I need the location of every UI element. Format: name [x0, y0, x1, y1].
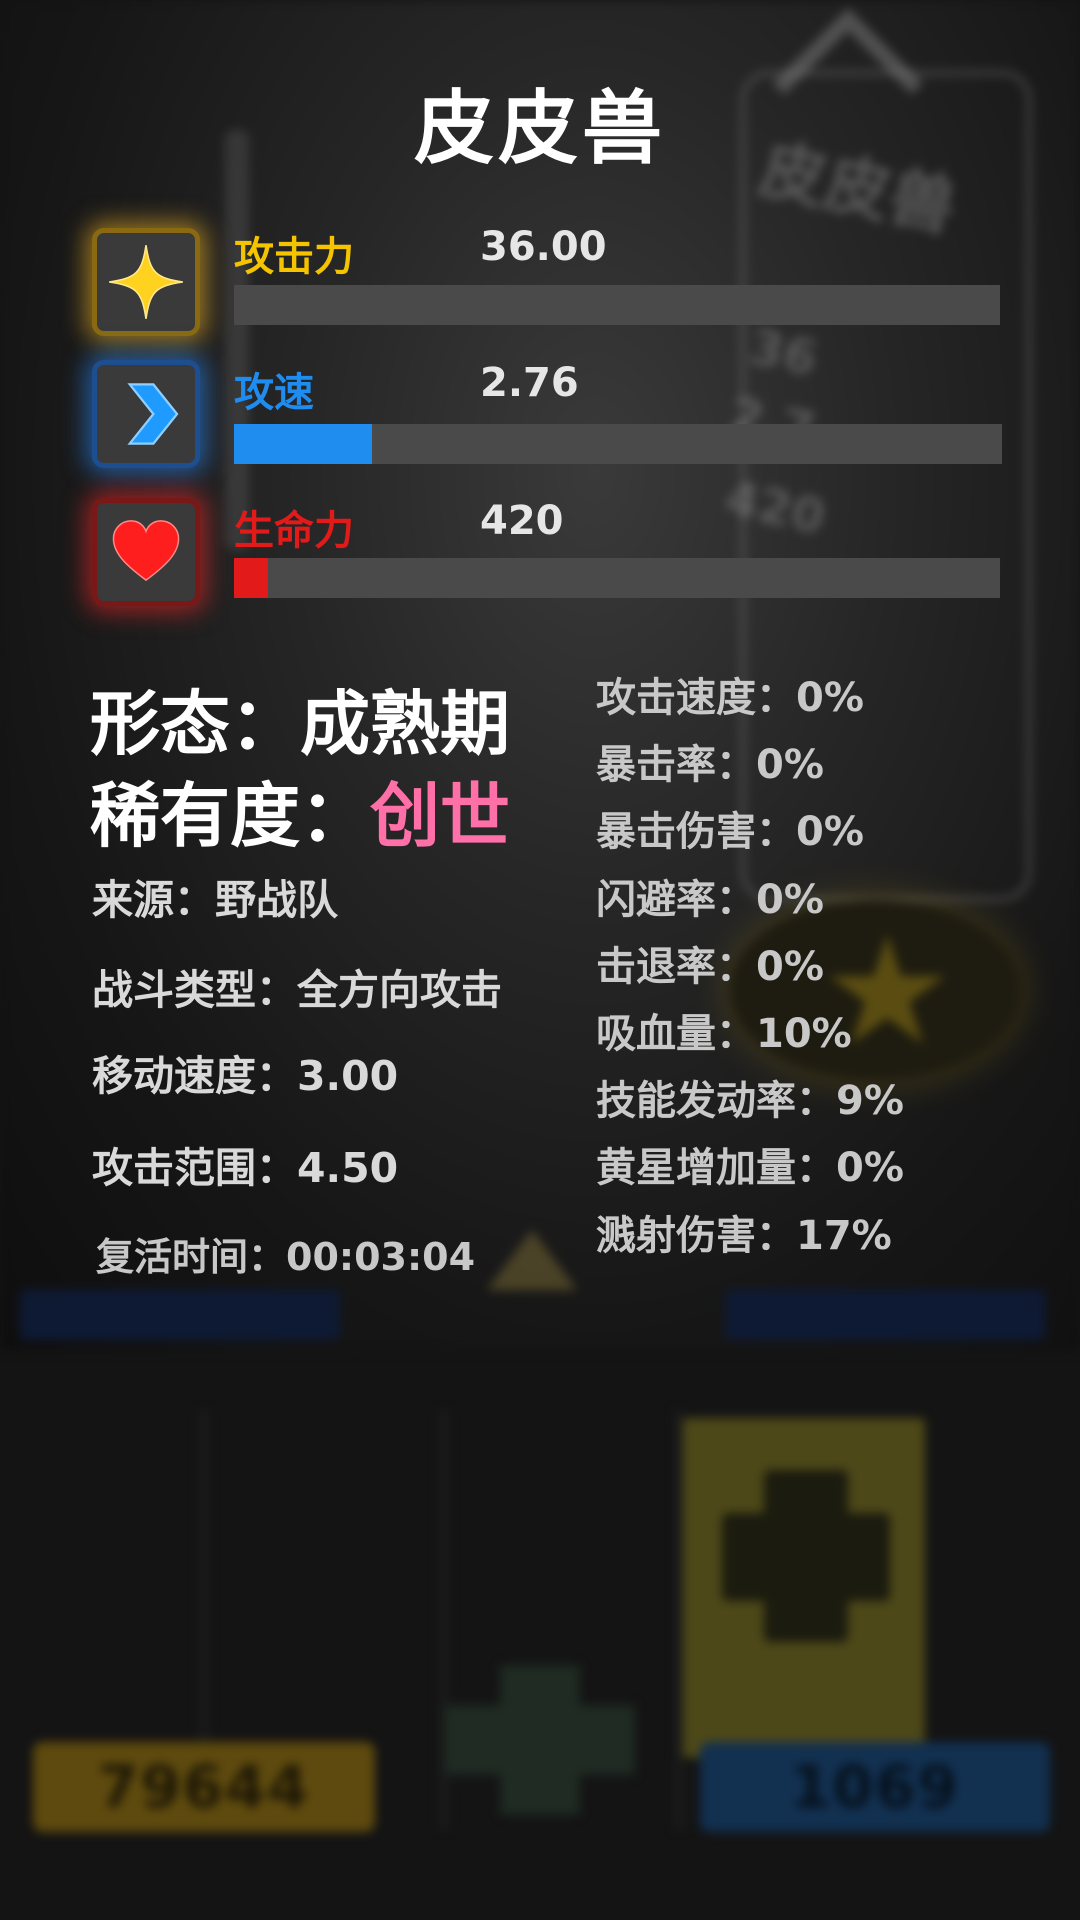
attack-speed-bar	[234, 424, 1002, 464]
health-bar-fill	[234, 558, 269, 598]
rarity-label: 稀有度：	[90, 775, 370, 857]
attribute-item: 暴击伤害：0%	[596, 809, 864, 856]
revive-time-text: 复活时间：00:03:04	[96, 1235, 476, 1279]
health-value: 420	[480, 498, 564, 544]
attribute-item: 吸血量：10%	[596, 1010, 852, 1057]
attack-speed-bar-fill	[234, 424, 373, 464]
attack-speed-value: 2.76	[480, 360, 579, 406]
attribute-item: 技能发动率：9%	[596, 1078, 904, 1125]
attribute-item: 闪避率：0%	[596, 876, 824, 923]
form-label: 形态：	[90, 683, 300, 765]
chevron-right-icon	[92, 360, 200, 468]
health-bar	[234, 558, 1000, 598]
attack-label: 攻击力	[234, 234, 354, 280]
form-line: 形态：成熟期	[90, 668, 510, 769]
attack-value: 36.00	[480, 224, 607, 270]
form-value: 成熟期	[300, 683, 510, 765]
health-label: 生命力	[234, 508, 354, 554]
move-speed-text: 移动速度：3.00	[92, 1052, 399, 1100]
attribute-list: 攻击速度：0% 暴击率：0% 暴击伤害：0% 闪避率：0% 击退率：0% 吸血量…	[596, 668, 904, 1273]
attribute-item: 溅射伤害：17%	[596, 1212, 892, 1259]
attribute-item: 击退率：0%	[596, 943, 824, 990]
monster-info-panel: 皮皮兽 攻击力 36.00 攻速 2.76 生命力 420 形态：成熟期 稀有度…	[0, 0, 1080, 1920]
monster-name: 皮皮兽	[414, 82, 666, 175]
battle-type-text: 战斗类型：全方向攻击	[92, 966, 502, 1014]
attribute-item: 攻击速度：0%	[596, 675, 864, 721]
rarity-line: 稀有度：创世	[90, 760, 510, 861]
attack-speed-label: 攻速	[234, 370, 314, 416]
attribute-item: 暴击率：0%	[596, 742, 824, 789]
sparkle-star-icon	[92, 228, 200, 336]
attack-range-text: 攻击范围：4.50	[92, 1144, 399, 1192]
attack-bar	[234, 285, 1000, 325]
attribute-item: 黄星增加量：0%	[596, 1145, 904, 1192]
source-text: 来源：野战队	[92, 876, 338, 924]
heart-icon	[92, 498, 200, 606]
rarity-value: 创世	[370, 775, 510, 857]
